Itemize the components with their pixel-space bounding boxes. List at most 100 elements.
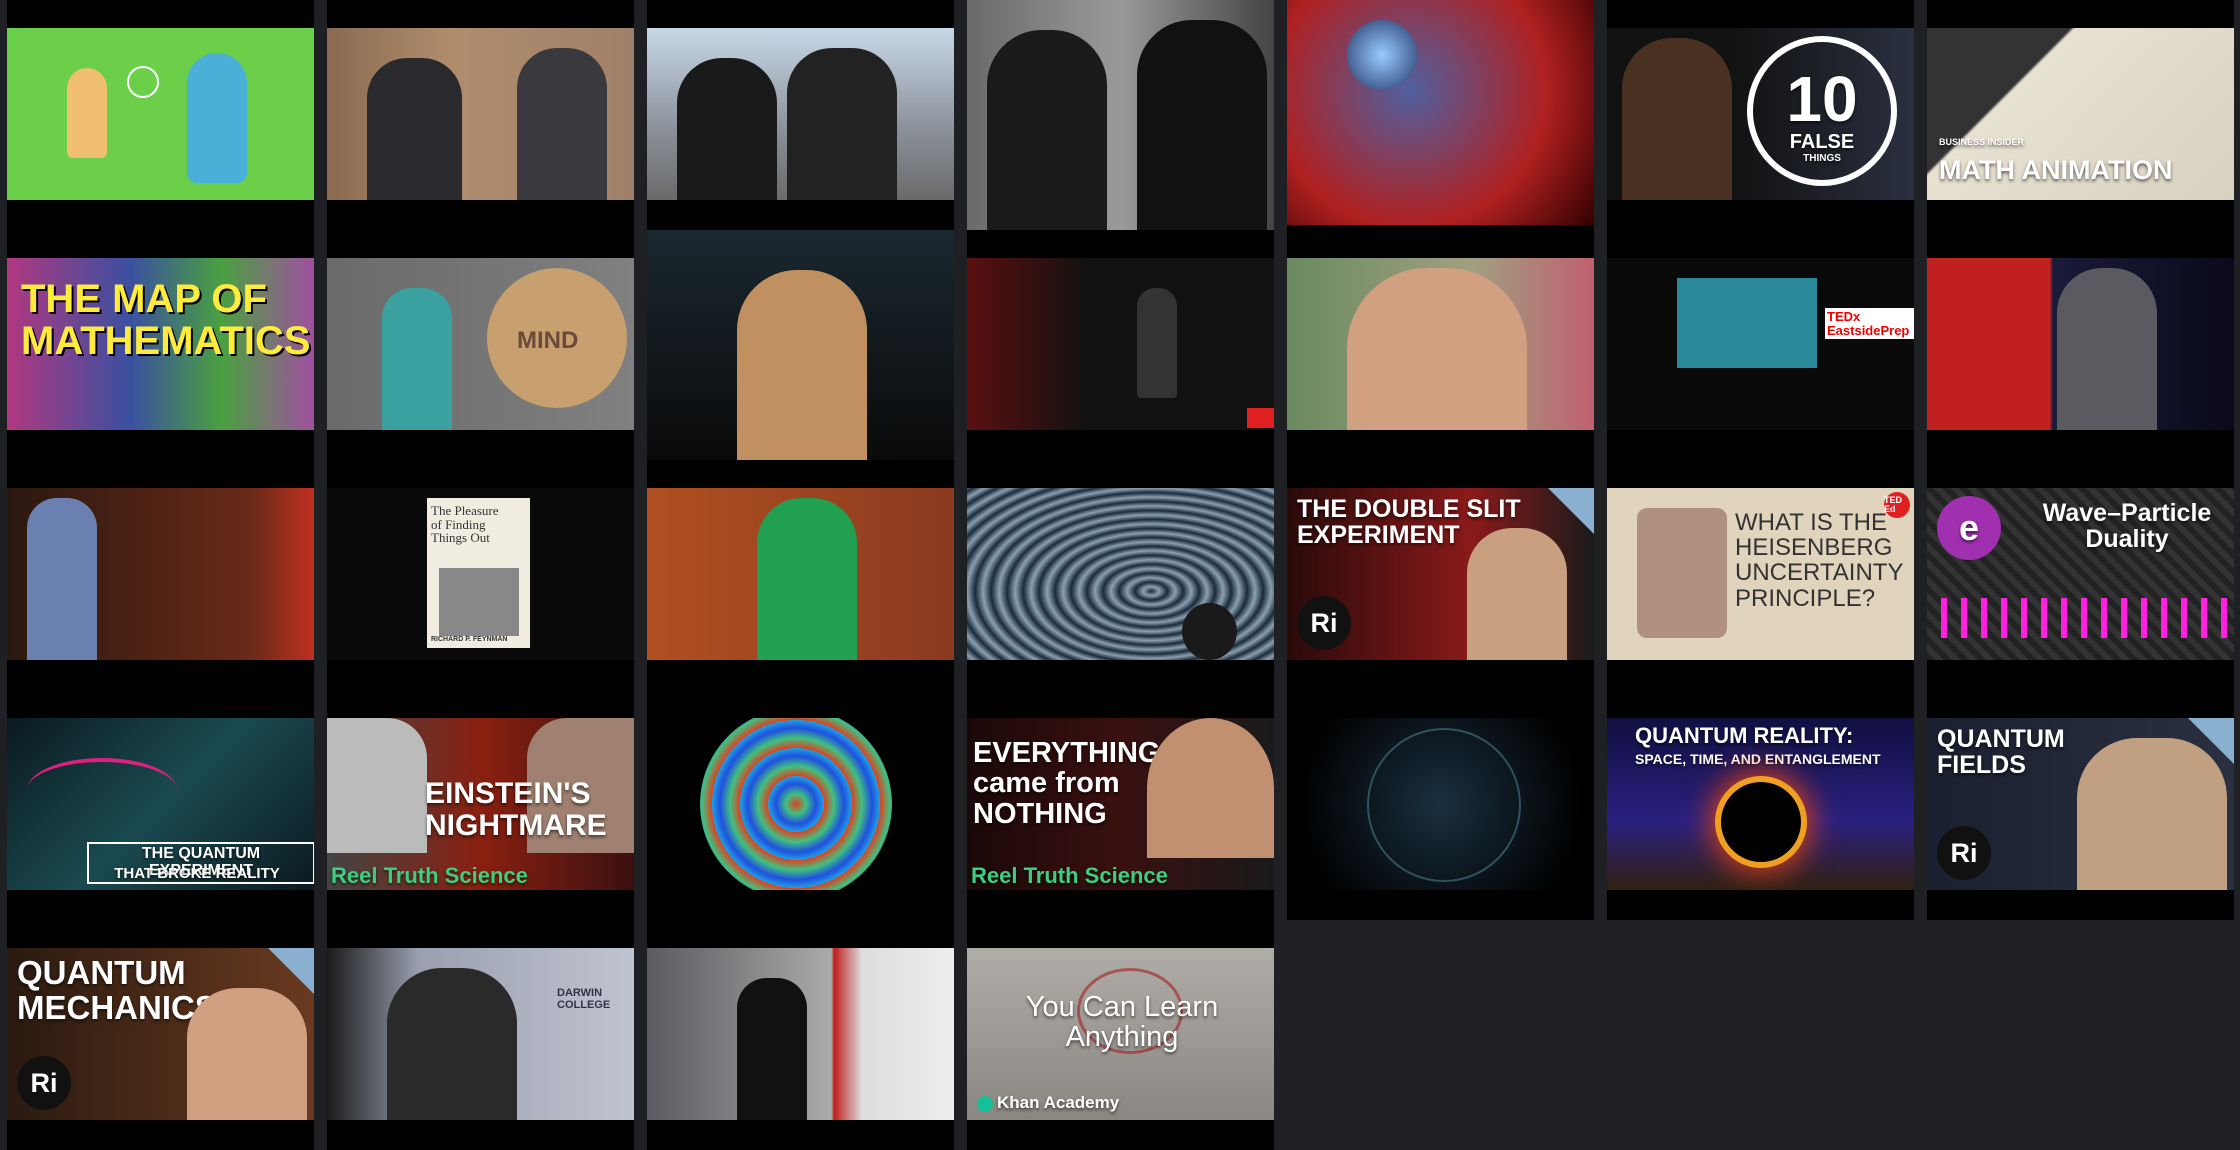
video-thumbnail: [7, 488, 314, 660]
screen: [1677, 278, 1817, 368]
thumb-title: QUANTUM MECHANICS: [17, 954, 217, 1026]
video-tile[interactable]: [1927, 230, 2234, 460]
ri-logo: Ri: [1297, 596, 1351, 650]
thumb-title: Wave–Particle Duality: [2042, 499, 2212, 554]
video-tile[interactable]: BUSINESS INSIDER MATH ANIMATION: [1927, 0, 2234, 230]
video-thumbnail: MIND: [327, 258, 634, 430]
red-block: [1247, 408, 1274, 428]
thumb-title: WHAT IS THE HEISENBERG UNCERTAINTY PRINC…: [1735, 509, 1904, 612]
thumb-title: 10: [1786, 63, 1858, 135]
ted-ed-badge: TED Ed: [1884, 492, 1910, 518]
video-tile[interactable]: THE DOUBLE SLIT EXPERIMENT Ri: [1287, 460, 1594, 690]
video-tile[interactable]: [327, 0, 634, 230]
video-tile[interactable]: EVERYTHING came from NOTHING Reel Truth S…: [967, 690, 1274, 920]
wave-line: [27, 758, 177, 822]
video-tile[interactable]: You Can Learn Anything Khan Academy: [967, 920, 1274, 1150]
video-thumbnail: DARWIN COLLEGE: [327, 948, 634, 1120]
thumb-title: MATH ANIMATION: [1939, 155, 2173, 185]
wave: [1927, 598, 2234, 638]
video-tile[interactable]: [1287, 230, 1594, 460]
video-thumbnail: WHAT IS THE HEISENBERG UNCERTAINTY PRINC…: [1607, 488, 1914, 660]
thumb-sub: BUSINESS INSIDER: [1939, 137, 2025, 147]
thumb-sub: Reel Truth Science: [331, 863, 528, 888]
hat-figure: [1637, 508, 1727, 638]
video-thumbnail: [1927, 258, 2234, 430]
video-grid: 10 FALSE THINGS BUSINESS INSIDER MATH ANIMAT…: [0, 0, 2240, 1150]
thumb-sub: FALSE: [1789, 131, 1855, 153]
video-thumbnail: [7, 28, 314, 200]
video-tile[interactable]: EINSTEIN'S NIGHTMARE Reel Truth Science: [327, 690, 634, 920]
video-tile[interactable]: [967, 0, 1274, 230]
video-tile[interactable]: [1287, 0, 1594, 230]
interference-pattern: [700, 718, 892, 890]
video-thumbnail: THE QUANTUM EXPERIMENT THAT BROKE REALITY: [7, 718, 314, 890]
video-tile[interactable]: [647, 920, 954, 1150]
video-thumbnail: QUANTUM MECHANICS Ri: [7, 948, 314, 1120]
video-thumbnail: [647, 718, 954, 890]
video-thumbnail: [647, 230, 954, 460]
video-tile[interactable]: [967, 460, 1274, 690]
thumb-title: DARWIN COLLEGE: [557, 987, 611, 1011]
video-thumbnail: You Can Learn Anything Khan Academy: [967, 948, 1274, 1120]
video-thumbnail: [967, 0, 1274, 230]
speaker: [757, 498, 857, 660]
ri-logo: Ri: [17, 1056, 71, 1110]
thumb-title: MIND: [517, 327, 579, 354]
video-thumbnail: QUANTUM REALITY: SPACE, TIME, AND ENTANGL…: [1607, 718, 1914, 890]
thumb-sub: THAT BROKE REALITY: [114, 865, 280, 882]
video-thumbnail: THE DOUBLE SLIT EXPERIMENT Ri: [1287, 488, 1594, 660]
einstein: [327, 718, 427, 853]
video-tile[interactable]: e Wave–Particle Duality: [1927, 460, 2234, 690]
thumb-title: EVERYTHING came from NOTHING: [973, 737, 1161, 830]
video-thumbnail: [967, 488, 1274, 660]
video-tile[interactable]: [1287, 690, 1594, 920]
thumb-title: The Pleasure of Finding Things Out: [431, 503, 499, 546]
video-tile[interactable]: MIND: [327, 230, 634, 460]
person: [677, 58, 777, 200]
video-thumbnail: [1287, 718, 1594, 890]
video-tile[interactable]: [647, 460, 954, 690]
graduate: [987, 30, 1107, 230]
video-tile[interactable]: [7, 0, 314, 230]
khan-icon: [977, 1096, 993, 1112]
thumb-title: EINSTEIN'S NIGHTMARE: [425, 777, 607, 842]
person: [517, 48, 607, 200]
video-thumbnail: [327, 28, 634, 200]
video-tile[interactable]: WHAT IS THE HEISENBERG UNCERTAINTY PRINC…: [1607, 460, 1914, 690]
speaker: [387, 968, 517, 1120]
video-tile[interactable]: [647, 0, 954, 230]
thumb-sub: SPACE, TIME, AND ENTANGLEMENT: [1635, 751, 1881, 767]
video-thumbnail: QUANTUM FIELDS Ri: [1927, 718, 2234, 890]
video-tile[interactable]: 10 FALSE THINGS: [1607, 0, 1914, 230]
video-tile[interactable]: [647, 690, 954, 920]
person: [1182, 603, 1237, 660]
person: [1467, 528, 1567, 660]
video-tile[interactable]: QUANTUM REALITY: SPACE, TIME, AND ENTANGL…: [1607, 690, 1914, 920]
video-tile[interactable]: THE QUANTUM EXPERIMENT THAT BROKE REALITY: [7, 690, 314, 920]
video-thumbnail: TEDx EastsidePrep: [1607, 258, 1914, 430]
video-tile[interactable]: The Pleasure of Finding Things Out RICHAR…: [327, 460, 634, 690]
author-photo: [439, 568, 519, 636]
video-tile[interactable]: QUANTUM FIELDS Ri: [1927, 690, 2234, 920]
video-tile[interactable]: DARWIN COLLEGE: [327, 920, 634, 1150]
video-thumbnail: [647, 948, 954, 1120]
graduate: [1137, 20, 1267, 230]
video-thumbnail: [647, 28, 954, 200]
presenter: [1147, 718, 1274, 858]
video-thumbnail: BUSINESS INSIDER MATH ANIMATION: [1927, 28, 2234, 200]
video-tile[interactable]: QUANTUM MECHANICS Ri: [7, 920, 314, 1150]
speaker: [27, 498, 97, 660]
video-tile[interactable]: TEDx EastsidePrep: [1607, 230, 1914, 460]
video-thumbnail: EINSTEIN'S NIGHTMARE Reel Truth Science: [327, 718, 634, 890]
video-thumbnail: THE MAP OF MATHEMATICS: [7, 258, 314, 430]
video-thumbnail: [1287, 258, 1594, 430]
ri-logo: Ri: [1937, 826, 1991, 880]
thumb-sub2: THINGS: [1803, 153, 1841, 164]
thumb-title: You Can Learn Anything: [1025, 991, 1219, 1054]
particle-tracks: [1367, 728, 1521, 882]
video-tile[interactable]: [647, 230, 954, 460]
video-tile[interactable]: [967, 230, 1274, 460]
video-tile[interactable]: [7, 460, 314, 690]
video-tile[interactable]: THE MAP OF MATHEMATICS: [7, 230, 314, 460]
corner-accent: [2188, 718, 2234, 764]
